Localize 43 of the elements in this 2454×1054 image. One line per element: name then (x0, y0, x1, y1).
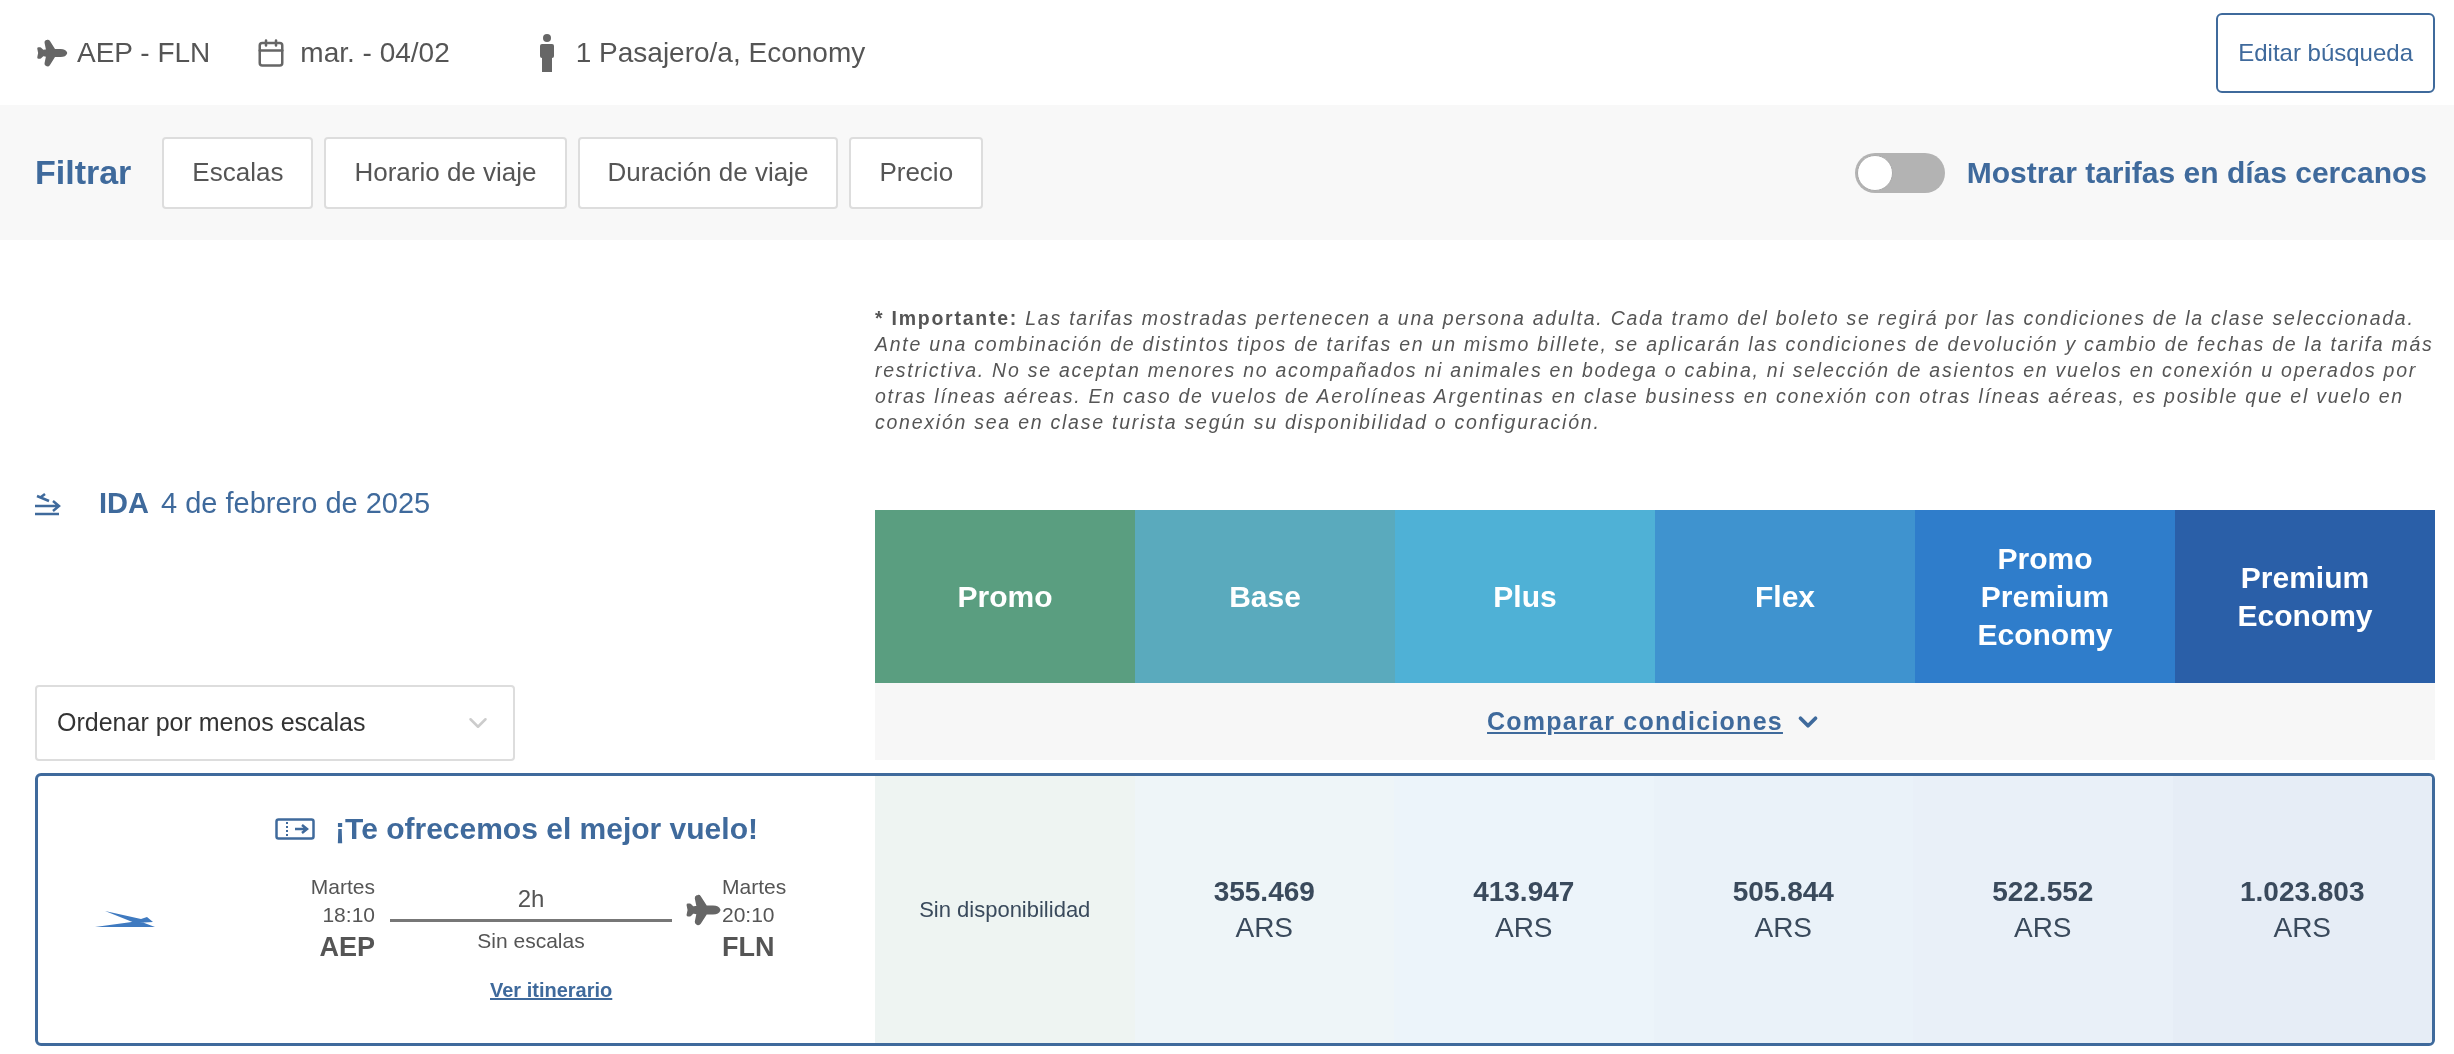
fare-price[interactable]: 355.469 ARS (1213, 873, 1315, 946)
departure-time: 18:10 (322, 902, 375, 928)
journey-label: IDA (99, 486, 149, 522)
fare-price[interactable]: 413.947 ARS (1473, 873, 1575, 946)
departure-day: Martes (310, 873, 375, 901)
fare-header: Premium Economy (2175, 510, 2435, 683)
filter-button[interactable]: Duración de viaje (577, 136, 839, 209)
arrival-day: Martes (722, 873, 787, 901)
departure-arrows-icon (35, 492, 63, 516)
fare-header: Promo (875, 510, 1135, 683)
fare-price[interactable]: 522.552 ARS (1992, 873, 2094, 946)
calendar-icon (256, 37, 287, 68)
filter-button[interactable]: Horario de viaje (324, 136, 567, 209)
arrival-time: 20:10 (722, 902, 775, 928)
route-text: AEP - FLN (77, 35, 211, 70)
flight-duration: 2h (517, 883, 545, 914)
notice-text: * Importante: Las tarifas mostradas pertenecen a una persona adulta. Cada tramo del boleto se regirá por las condiciones de la clase seleccionada. Ante una combinación de distintos tipos de tarifas en un mismo billete, se aplicarán las condiciones de devolución y cambio de fechas de la tarifa más restrictiva. No se aceptan menores no acompañados ni animales en bodega o cabina, ni selección de asientos en vuelos en conexión u operados por otras líneas aéreas. En caso de vuelos de Aerolíneas Argentinas en clase business en conexión con otras líneas aéreas, es posible que el vuelo en conexión sea en clase turista según su disponibilidad o configuración. (875, 306, 2435, 435)
ticket-icon (275, 817, 316, 840)
fare-price[interactable]: 1.023.803 ARS (2239, 873, 2365, 946)
filter-button[interactable]: Escalas (162, 136, 314, 209)
edit-search-button[interactable]: Editar búsqueda (2216, 12, 2435, 93)
fare-header: Promo Premium Economy (1915, 510, 2175, 683)
toggle-label: Mostrar tarifas en días cercanos (1966, 155, 2427, 191)
journey-date: 4 de febrero de 2025 (160, 486, 431, 522)
person-icon (537, 33, 556, 72)
best-flight-title: ¡Te ofrecemos el mejor vuelo! (335, 811, 758, 847)
passengers-text: 1 Pasajero/a, Economy (575, 35, 866, 70)
fare-header: Flex (1655, 510, 1915, 683)
arrival-airport: FLN (722, 931, 775, 964)
stops-text: Sin escalas (477, 927, 585, 954)
date-text: mar. - 04/02 (300, 35, 450, 70)
fare-header: Base (1135, 510, 1395, 683)
compare-conditions-link[interactable]: Comparar condiciones (1487, 702, 1823, 741)
flight-card[interactable]: ¡Te ofrecemos el mejor vuelo! Martes 18:10 AEP 2h Sin escalas Martes 20:10 FLN Ver itinerario Sin disponibilidad 355.469 ARS 413.947 ARS 505.844 ARS 522.552 ARS 1.023.803 ARS (35, 773, 2435, 1046)
itinerary-link[interactable]: Ver itinerario (490, 975, 613, 1005)
sort-dropdown[interactable]: Ordenar por menos escalas (35, 685, 515, 761)
toggle-switch[interactable] (1854, 152, 1945, 193)
fare-price[interactable]: 505.844 ARS (1732, 873, 1834, 946)
filter-label: Filtrar (35, 152, 132, 193)
departure-airport: AEP (319, 931, 375, 964)
filter-button[interactable]: Precio (849, 136, 984, 209)
availability-text: Sin disponibilidad (918, 895, 1092, 924)
fare-header: Plus (1395, 510, 1655, 683)
